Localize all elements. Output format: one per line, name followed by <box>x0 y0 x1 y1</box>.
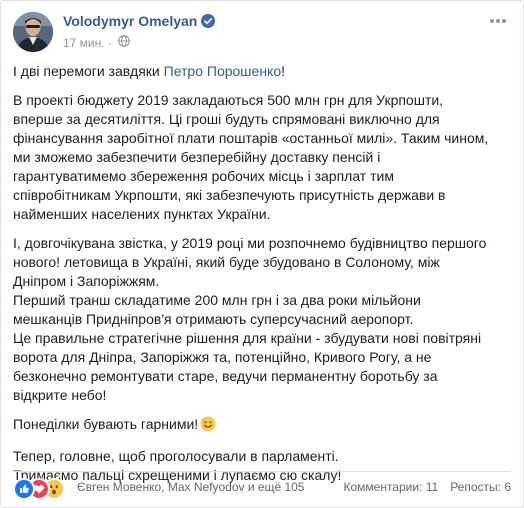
post-text: І дві перемоги завдяки Петро Порошенко! … <box>13 62 511 485</box>
globe-icon[interactable] <box>118 35 131 50</box>
mention-link[interactable]: Петро Порошенко <box>164 63 282 79</box>
more-options-icon[interactable] <box>487 13 509 29</box>
avatar-image <box>13 12 53 52</box>
reactors-list[interactable]: Євген Мовенко, Max Nefyodov и ещё 105 <box>77 480 304 494</box>
paragraph-4-text: Понеділки бувають гарними! <box>13 416 199 432</box>
paragraph-4: Понеділки бувають гарними! <box>13 415 511 437</box>
paragraph-2: В проекті бюджету 2019 закладаються 500 … <box>13 92 489 222</box>
shares-count[interactable]: Репосты: 6 <box>450 480 511 494</box>
paragraph-1-text: І дві перемоги завдяки <box>13 63 164 79</box>
engagement-counts: Комментарии: 11 Репосты: 6 <box>343 480 511 494</box>
paragraph-3: І, довгочікувана звістка, у 2019 році ми… <box>13 235 487 403</box>
reaction-icons[interactable] <box>13 477 73 500</box>
post-footer: Євген Мовенко, Max Nefyodov и ещё 105 Ко… <box>13 477 511 500</box>
smile-emoji-icon <box>200 416 216 437</box>
post-header: Volodymyr Omelyan 17 мин. · <box>13 11 511 53</box>
meta-separator: · <box>107 35 112 50</box>
post-meta: 17 мин. · <box>63 35 131 50</box>
comments-count[interactable]: Комментарии: 11 <box>343 480 438 494</box>
like-reaction-icon <box>13 478 35 500</box>
footer-divider <box>13 471 511 472</box>
author-avatar[interactable] <box>13 12 53 52</box>
paragraph-1-end: ! <box>281 63 286 79</box>
author-name[interactable]: Volodymyr Omelyan <box>63 13 197 29</box>
paragraph-1: І дві перемоги завдяки Петро Порошенко! <box>13 62 511 81</box>
facebook-post: Volodymyr Omelyan 17 мин. · І дві перемо… <box>0 0 524 508</box>
verified-badge-icon <box>201 14 216 31</box>
post-timestamp[interactable]: 17 мин. <box>63 36 105 50</box>
